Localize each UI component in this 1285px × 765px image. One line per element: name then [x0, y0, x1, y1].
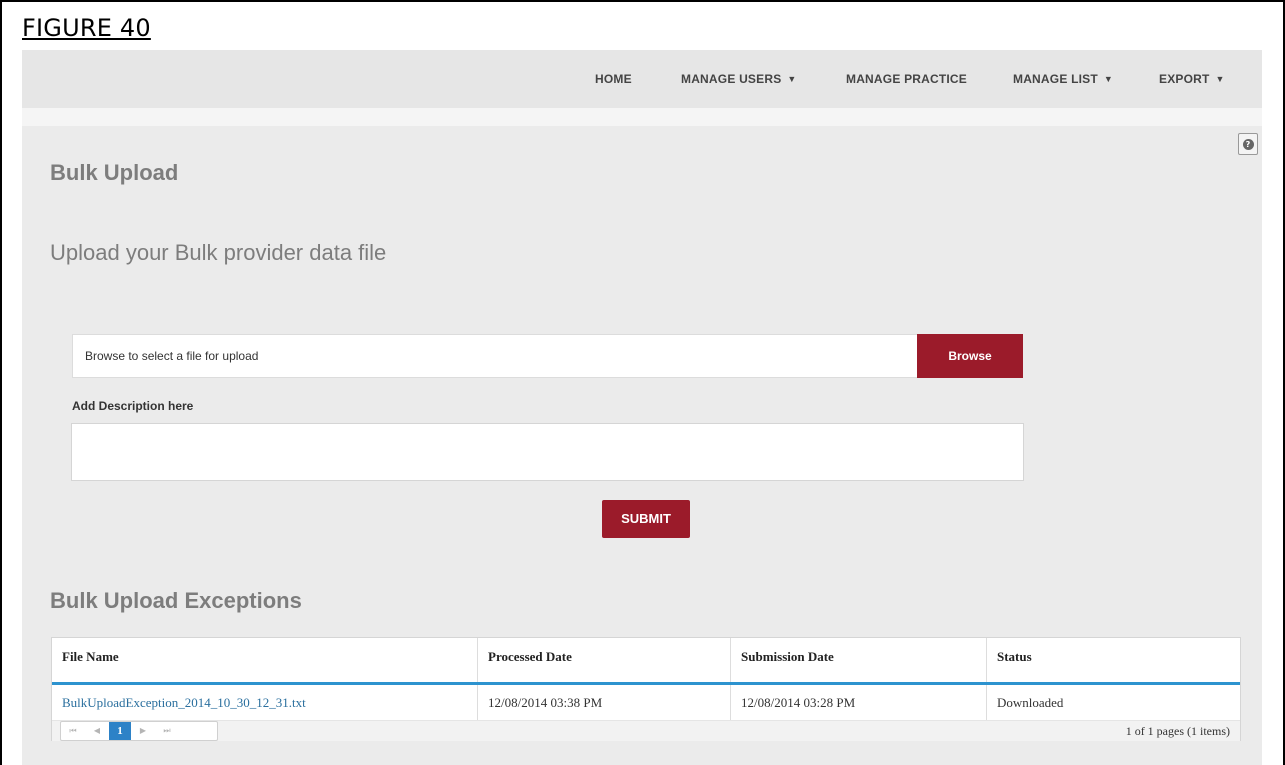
nav-manage-list[interactable]: MANAGE LIST ▼ [1013, 50, 1113, 108]
cell-status: Downloaded [986, 685, 1240, 720]
exceptions-grid: File Name Processed Date Submission Date… [51, 637, 1241, 741]
pager-info: 1 of 1 pages (1 items) [1125, 724, 1230, 738]
column-header-submission-date[interactable]: Submission Date [730, 638, 986, 682]
nav-home[interactable]: HOME [595, 50, 632, 108]
nav-export[interactable]: EXPORT ▼ [1159, 50, 1225, 108]
help-button[interactable]: ? [1238, 133, 1258, 155]
column-header-status[interactable]: Status [986, 638, 1240, 682]
top-navbar: HOME MANAGE USERS ▼ MANAGE PRACTICE MANAG… [22, 50, 1262, 108]
chevron-down-icon: ▼ [1215, 74, 1225, 84]
page-number-current[interactable]: 1 [109, 722, 131, 740]
exceptions-title: Bulk Upload Exceptions [50, 588, 302, 613]
next-page-icon[interactable]: ▶ [131, 722, 155, 740]
column-header-file-name[interactable]: File Name [52, 638, 477, 682]
description-textarea[interactable] [71, 423, 1024, 481]
submit-button[interactable]: SUBMIT [602, 500, 690, 538]
table-row: BulkUploadException_2014_10_30_12_31.txt… [52, 685, 1240, 721]
column-header-processed-date[interactable]: Processed Date [477, 638, 730, 682]
grid-header: File Name Processed Date Submission Date… [52, 638, 1240, 685]
nav-home-label: HOME [595, 72, 632, 86]
pager-buttons: ⏮ ◀ 1 ▶ ⏭ [60, 721, 218, 741]
nav-manage-users-label: MANAGE USERS [681, 72, 782, 86]
nav-manage-list-label: MANAGE LIST [1013, 72, 1098, 86]
file-name-link[interactable]: BulkUploadException_2014_10_30_12_31.txt [62, 695, 306, 710]
cell-processed-date: 12/08/2014 03:38 PM [477, 685, 730, 720]
cell-file-name: BulkUploadException_2014_10_30_12_31.txt [52, 685, 477, 720]
cell-submission-date: 12/08/2014 03:28 PM [730, 685, 986, 720]
nav-export-label: EXPORT [1159, 72, 1210, 86]
upload-heading: Upload your Bulk provider data file [50, 240, 387, 265]
browse-button[interactable]: Browse [917, 334, 1023, 378]
nav-manage-practice-label: MANAGE PRACTICE [846, 72, 968, 86]
nav-manage-practice[interactable]: MANAGE PRACTICE [846, 50, 967, 108]
file-select-field[interactable]: Browse to select a file for upload [72, 334, 918, 378]
nav-spacer-strip [22, 108, 1262, 126]
chevron-down-icon: ▼ [787, 74, 797, 84]
first-page-icon[interactable]: ⏮ [61, 722, 85, 740]
grid-pager: ⏮ ◀ 1 ▶ ⏭ 1 of 1 pages (1 items) [52, 721, 1240, 741]
page-title: Bulk Upload [50, 160, 179, 185]
nav-manage-users[interactable]: MANAGE USERS ▼ [681, 50, 797, 108]
figure-label: FIGURE 40 [22, 14, 151, 42]
last-page-icon[interactable]: ⏭ [155, 722, 179, 740]
question-circle-icon: ? [1242, 138, 1254, 150]
description-label: Add Description here [72, 399, 194, 413]
previous-page-icon[interactable]: ◀ [85, 722, 109, 740]
chevron-down-icon: ▼ [1103, 74, 1113, 84]
